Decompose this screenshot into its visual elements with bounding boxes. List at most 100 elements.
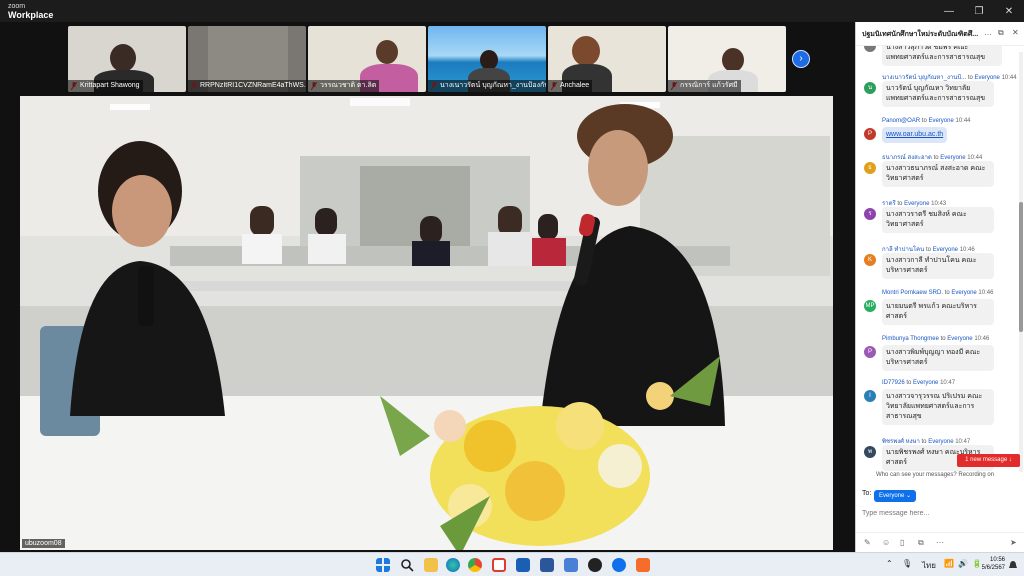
next-page-button[interactable]: › [792,50,810,68]
message-meta: Montri Pornkaew SRD. to Everyone 10:46 [882,290,993,296]
pop-out-icon[interactable]: ⧉ [998,28,1004,38]
start-icon[interactable] [376,558,390,572]
store-icon[interactable] [516,558,530,572]
language-indicator[interactable]: ไทย [922,559,936,572]
taskbar: ⌃ 🎙 ไทย 📶 🔊 🔋 10:56 5/6/2567 [0,552,1024,576]
participant-tile[interactable]: Anchalee [548,26,666,92]
video-area: Krittapart Shawong RRPNzItRI1CVZNRamE4aT… [0,22,855,552]
participant-tile[interactable]: กรรณิการ์ แก้วรัศมี [668,26,786,92]
participant-tile[interactable]: Krittapart Shawong [68,26,186,92]
scroll-thumb[interactable] [1019,202,1023,332]
emoji-icon[interactable]: ☺ [882,538,890,547]
avatar [864,46,876,52]
participant-face [572,36,600,66]
participant-tile[interactable]: นางเนาวรัตน์ บุญกัณหา_งานป้องกันควบ... [428,26,546,92]
chat-toolbar: ✎ ☺ ▯ ⧉ ⋯ ➤ [856,532,1024,552]
participant-face [110,44,136,72]
minimize-button[interactable]: — [934,0,964,22]
message-link[interactable]: www.oar.ubu.ac.th [882,127,948,143]
close-window-button[interactable]: ✕ [994,0,1024,22]
sender-name: ID77926 [882,380,905,386]
message-text: นางสาวราตรี ชมสิงห์ คณะวิทยาศาสตร์ [882,207,994,233]
zoom-icon[interactable] [612,558,626,572]
participant-strip: Krittapart Shawong RRPNzItRI1CVZNRamE4aT… [68,26,786,92]
screenshot-icon[interactable]: ⧉ [918,538,924,548]
word-icon[interactable] [540,558,554,572]
to-label: to [906,380,912,386]
system-clock[interactable]: 10:56 5/6/2567 [975,556,1005,572]
more-options-icon[interactable]: … [984,28,992,37]
chat-scrollbar[interactable] [1019,52,1023,472]
avatar: พ [864,446,876,458]
recipient: Everyone [913,380,939,386]
sender-name: Pimbunya Thongmee [882,336,939,342]
app-icon[interactable] [564,558,578,572]
file-explorer-icon[interactable] [424,558,438,572]
more-tools-icon[interactable]: ⋯ [936,538,944,547]
avatar: ร [864,208,876,220]
zoom-window: zoom Workplace — ❐ ✕ Krittapart Shawong … [0,0,1024,576]
participant-name: นางเนาวรัตน์ บุญกัณหา_งานป้องกันควบ... [428,80,546,92]
chrome-icon[interactable] [468,558,482,572]
message-time: 10:47 [940,380,956,386]
microphone-icon[interactable]: 🎙 [902,559,912,568]
recipient: Everyone [928,118,954,124]
tray-overflow-icon[interactable]: ⌃ [886,559,893,568]
participant-name: วรรณวชาติ ตา.ลิต [308,80,380,92]
participant-face [722,48,744,72]
close-chat-icon[interactable]: ✕ [1012,28,1019,37]
participant-tile[interactable]: วรรณวชาติ ตา.ลิต [308,26,426,92]
media-player-icon[interactable] [588,558,602,572]
notification-bell-icon[interactable] [1008,560,1018,570]
to-label: To: [862,490,872,497]
photos-icon[interactable] [492,558,506,572]
recipient: Everyone [951,290,977,296]
recipient-dropdown[interactable]: Everyone ⌄ [874,490,917,502]
participant-face [480,50,498,70]
active-speaker-video: ubuzoom08 [20,96,833,550]
message-time: 10:46 [974,336,990,342]
chat-message-input[interactable] [862,506,1012,520]
edge-icon[interactable] [446,558,460,572]
message-text: นางสาวจารุวรรณ ปริเปรม คณะ วิทยาลัยแพทยศ… [882,389,994,425]
app-brand: zoom Workplace [8,2,53,20]
participant-name: RRPNzItRI1CVZNRamE4aThWS... [188,80,306,92]
file-icon[interactable]: ▯ [900,538,904,547]
participant-name: กรรณิการ์ แก้วรัศมี [668,80,741,92]
participant-face [376,40,398,64]
who-can-see-link[interactable]: Who can see your messages? Recording on [876,472,994,478]
message-text: นางสาวธนาภรณ์ สงสะอาด คณะวิทยาศาสตร์ [882,161,994,187]
avatar: P [864,346,876,358]
volume-icon[interactable]: 🔊 [958,559,968,568]
classroom-scene [20,96,833,550]
snipping-icon[interactable] [636,558,650,572]
message-time: 10:46 [978,290,994,296]
chat-messages: นางสาวสุภาวดี ชมพร คณะ แพทยศาสตร์และการส… [856,46,1018,471]
wifi-icon[interactable]: 📶 [944,559,954,568]
message-text: นาวรัตน์ บุญกัณหา วิทยาลัยแพทยศาสตร์และก… [882,81,994,107]
send-icon[interactable]: ➤ [1010,538,1017,547]
avatar: P [864,128,876,140]
message-text: นายมนตรี พรแก้ว คณะบริหารศาสตร์ [882,299,994,325]
message-time: 10:44 [1001,75,1017,81]
message-text: นางสาวสุภาวดี ชมพร คณะ แพทยศาสตร์และการส… [882,46,1002,66]
new-message-button[interactable]: 1 new message ↓ [957,454,1020,467]
chat-header: ปฐมนิเทศนักศึกษาใหม่ระดับบัณฑิตศึ... … ⧉… [856,22,1024,46]
title-bar: zoom Workplace — ❐ ✕ [0,0,1024,22]
search-icon[interactable] [400,558,414,572]
to-label: to [944,290,950,296]
avatar: ธ [864,162,876,174]
message-text: นางสาวพิมพ์บุญญา ทองมี คณะบริหารศาสตร์ [882,345,994,371]
sender-name: Panom@OAR [882,118,921,124]
message-meta: Pimbunya Thongmee to Everyone 10:46 [882,336,989,342]
avatar: I [864,390,876,402]
clock-date: 5/6/2567 [981,565,1005,571]
avatar: K [864,254,876,266]
participant-name: Anchalee [548,80,593,92]
restore-button[interactable]: ❐ [964,0,994,22]
recipient: Everyone [947,336,973,342]
format-icon[interactable]: ✎ [864,538,871,547]
participant-tile[interactable]: RRPNzItRI1CVZNRamE4aThWS... [188,26,306,92]
participant-name: Krittapart Shawong [68,80,143,92]
message-text: นางสาวกาลี ทำปานโคน คณะบริหารศาสตร์ [882,253,994,279]
